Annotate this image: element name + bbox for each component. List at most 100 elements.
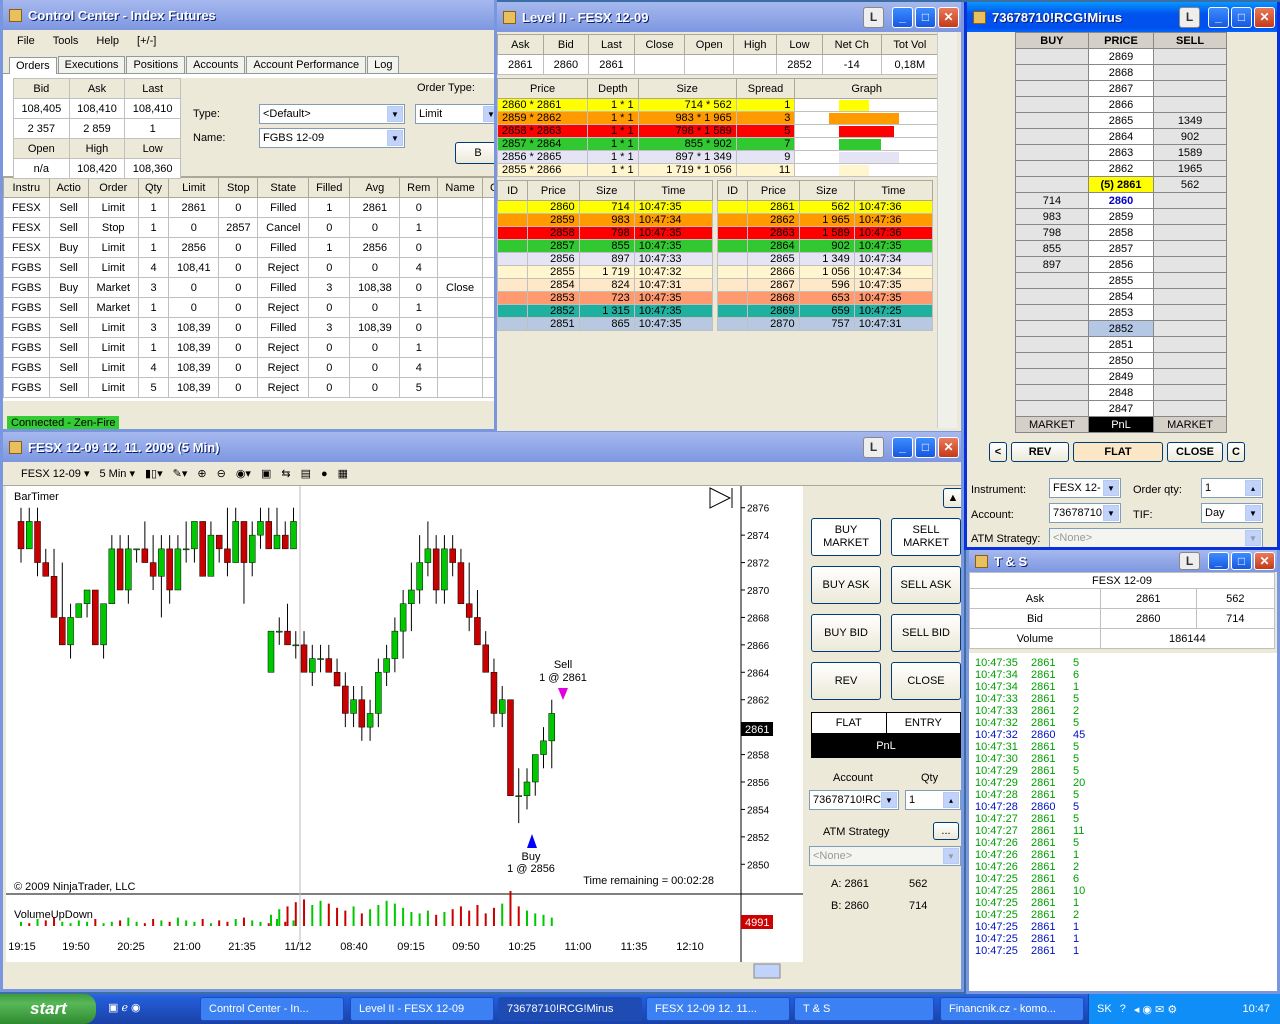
buy-cell[interactable] <box>1015 96 1089 113</box>
depth-row[interactable]: 2858 * 2863 1 * 1 798 * 1 589 5 <box>497 124 939 138</box>
ladder-row[interactable]: 2850 <box>1015 352 1227 369</box>
chart-trader-icon[interactable]: ⇆ <box>281 467 290 480</box>
column-header[interactable]: OCO <box>482 177 494 198</box>
buy-cell[interactable] <box>1015 368 1089 385</box>
table-row[interactable]: FGBS Sell Limit 1 108,39 0 Reject 0 0 1 <box>3 337 494 358</box>
depth-row[interactable]: 2857 * 2864 1 * 1 855 * 902 7 <box>497 137 939 151</box>
sell-cell[interactable]: 1965 <box>1153 160 1227 177</box>
ladder-row[interactable]: 2864 902 10:47:35 <box>716 239 934 253</box>
order-qty-input[interactable]: 1 ▴ <box>1201 478 1263 498</box>
sell-cell[interactable] <box>1153 384 1227 401</box>
data-box-icon[interactable]: ▦ <box>338 467 348 480</box>
ladder-row[interactable]: 2867 596 10:47:35 <box>716 278 934 292</box>
ladder-row[interactable]: (5) 2861 562 <box>1015 176 1227 193</box>
table-row[interactable]: FESX Sell Stop 1 0 2857 Cancel 0 0 1 <box>3 217 494 238</box>
price-cell[interactable]: 2863 <box>1087 144 1155 161</box>
price-cell[interactable]: 2854 <box>1087 288 1155 305</box>
control-center-titlebar[interactable]: Control Center - Index Futures <box>3 0 494 30</box>
column-header[interactable]: State <box>257 177 310 198</box>
ladder-row[interactable]: 2852 <box>1015 320 1227 337</box>
ladder-row[interactable]: 2849 <box>1015 368 1227 385</box>
ladder-row[interactable]: 798 2858 <box>1015 224 1227 241</box>
ladder-row[interactable]: 2853 <box>1015 304 1227 321</box>
ladder-row[interactable]: 2859 983 10:47:34 <box>497 213 714 227</box>
buy-cell[interactable]: 855 <box>1015 240 1089 257</box>
table-row[interactable]: FGBS Sell Market 1 0 0 Reject 0 0 1 <box>3 297 494 318</box>
buy-cell[interactable]: 714 <box>1015 192 1089 209</box>
tray-icons[interactable]: ◂ ◉ ✉ ⚙ <box>1134 1003 1177 1016</box>
tab-accounts[interactable]: Accounts <box>186 56 246 73</box>
table-row[interactable]: FGBS Sell Limit 4 108,41 0 Reject 0 0 4 <box>3 257 494 278</box>
buy-cell[interactable] <box>1015 304 1089 321</box>
dom-c-button[interactable]: C <box>1227 442 1245 462</box>
column-header[interactable]: Limit <box>168 177 220 198</box>
dom-flat-button[interactable]: FLAT <box>1073 442 1163 462</box>
spinner-icon[interactable]: ▴ <box>943 792 959 808</box>
ladder-row[interactable]: 2861 562 10:47:36 <box>716 200 934 214</box>
maximize-icon[interactable]: □ <box>1231 6 1252 28</box>
buy-cell[interactable] <box>1015 176 1089 193</box>
zoom-in-icon[interactable]: ⊕ <box>197 467 206 480</box>
buy-cell[interactable]: 798 <box>1015 224 1089 241</box>
quicklaunch-icons[interactable]: ▣ ℯ ◉ <box>108 1001 141 1014</box>
sell-cell[interactable] <box>1153 208 1227 225</box>
sell-cell[interactable] <box>1153 288 1227 305</box>
sell-cell[interactable]: 902 <box>1153 128 1227 145</box>
language-indicator[interactable]: SK <box>1097 1003 1112 1015</box>
close-icon[interactable]: ✕ <box>938 436 959 458</box>
sell-cell[interactable]: 1589 <box>1153 144 1227 161</box>
price-cell[interactable]: 2856 <box>1087 256 1155 273</box>
tab-log[interactable]: Log <box>367 56 400 73</box>
buy-bid-button[interactable]: BUY BID <box>811 614 881 652</box>
column-header[interactable]: Qty <box>137 177 170 198</box>
price-cell[interactable]: 2862 <box>1087 160 1155 177</box>
tif-select[interactable]: Day ▼ <box>1201 503 1263 523</box>
ladder-row[interactable]: 2869 <box>1015 48 1227 65</box>
close-position-button[interactable]: CLOSE <box>891 662 961 700</box>
ladder-row[interactable]: 2855 1 719 10:47:32 <box>497 265 714 279</box>
minimize-icon[interactable]: _ <box>892 6 913 28</box>
ladder-row[interactable]: 2851 <box>1015 336 1227 353</box>
price-cell[interactable]: (5) 2861 <box>1087 176 1155 193</box>
price-cell[interactable]: 2847 <box>1087 400 1155 417</box>
sell-cell[interactable] <box>1153 272 1227 289</box>
buy-cell[interactable] <box>1015 400 1089 417</box>
ladder-row[interactable]: 2862 1965 <box>1015 160 1227 177</box>
buy-cell[interactable] <box>1015 384 1089 401</box>
sell-cell[interactable] <box>1153 400 1227 417</box>
ladder-row[interactable]: 2851 865 10:47:35 <box>497 317 714 331</box>
column-header[interactable]: Rem <box>399 177 439 198</box>
column-header[interactable]: Instru <box>3 177 50 198</box>
price-cell[interactable]: 2857 <box>1087 240 1155 257</box>
account-select[interactable]: 73678710!RC ▼ <box>809 790 899 810</box>
sell-cell[interactable] <box>1153 240 1227 257</box>
collapse-icon[interactable]: ▲ <box>943 488 961 508</box>
sell-cell[interactable] <box>1153 48 1227 65</box>
minimize-icon[interactable]: _ <box>1208 552 1229 570</box>
buy-cell[interactable] <box>1015 272 1089 289</box>
depth-row[interactable]: 2855 * 2866 1 * 11 719 * 1 056 11 <box>497 163 939 177</box>
strategy-icon[interactable]: ● <box>321 468 328 480</box>
tab-positions[interactable]: Positions <box>126 56 186 73</box>
ladder-row[interactable]: 855 2857 <box>1015 240 1227 257</box>
sell-cell[interactable]: 1349 <box>1153 112 1227 129</box>
ladder-row[interactable]: 2865 1349 <box>1015 112 1227 129</box>
price-cell[interactable]: 2859 <box>1087 208 1155 225</box>
table-row[interactable]: FGBS Buy Market 3 0 0 Filled 3 108,38 0 Close <box>3 277 494 298</box>
taskbar-item-superdom[interactable]: 73678710!RCG!Mirus <box>498 997 642 1021</box>
column-header[interactable]: Actio <box>48 177 89 198</box>
menu-file[interactable]: File <box>17 35 35 47</box>
depth-row[interactable]: 2860 * 2861 1 * 1 714 * 562 1 <box>497 98 939 112</box>
menu-help[interactable]: Help <box>96 35 119 47</box>
price-cell[interactable]: 2867 <box>1087 80 1155 97</box>
menu-toggle[interactable]: [+/-] <box>137 35 156 47</box>
sell-cell[interactable] <box>1153 336 1227 353</box>
sell-cell[interactable] <box>1153 224 1227 241</box>
link-button[interactable]: L <box>1179 552 1200 570</box>
minimize-icon[interactable]: _ <box>1208 6 1229 28</box>
dom-close-button[interactable]: CLOSE <box>1167 442 1223 462</box>
ladder-row[interactable]: 2856 897 10:47:33 <box>497 252 714 266</box>
type-select[interactable]: <Default> ▼ <box>259 104 405 124</box>
draw-tool-icon[interactable]: ✎▾ <box>173 467 188 480</box>
ladder-row[interactable]: 983 2859 <box>1015 208 1227 225</box>
